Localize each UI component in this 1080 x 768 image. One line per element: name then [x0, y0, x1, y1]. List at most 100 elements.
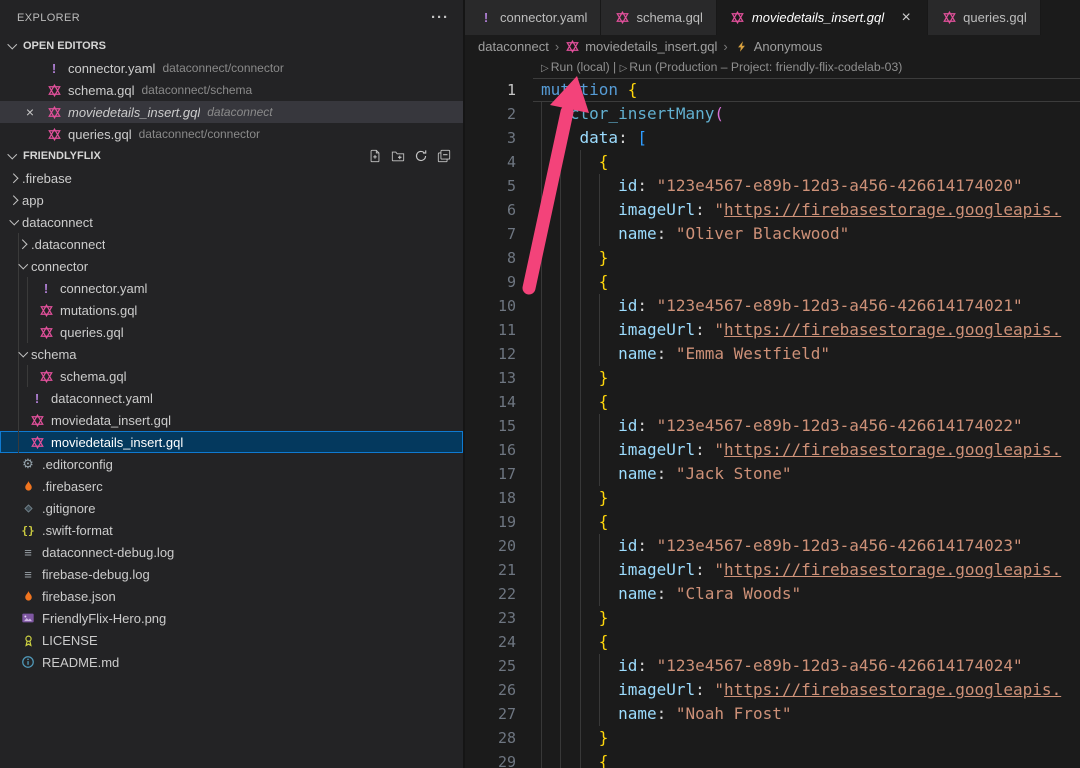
code-line-11[interactable]: 11 imageUrl: "https://firebasestorage.go… [465, 318, 1080, 342]
tree-file-queries-gql[interactable]: queries.gql [0, 321, 463, 343]
new-folder-icon[interactable] [391, 149, 405, 163]
explorer-more-actions-icon[interactable]: ··· [431, 13, 449, 23]
code-line-7[interactable]: 7 name: "Oliver Blackwood" [465, 222, 1080, 246]
open-editor-moviedetails_insert-gql[interactable]: ×moviedetails_insert.gqldataconnect [0, 101, 463, 123]
breadcrumb-item-Anonymous[interactable]: Anonymous [734, 39, 823, 54]
open-editors-header[interactable]: OPEN EDITORS [0, 35, 463, 57]
tree-file--editorconfig[interactable]: ⚙.editorconfig [0, 453, 463, 475]
yaml-file-icon: ! [38, 280, 54, 296]
code-editor[interactable]: ▷Run (local) | ▷Run (Production – Projec… [465, 57, 1080, 768]
run-production-link[interactable]: ▷Run (Production – Project: friendly-fli… [620, 60, 903, 74]
line-number: 18 [465, 486, 516, 510]
tree-file-dataconnect-yaml[interactable]: !dataconnect.yaml [0, 387, 463, 409]
code-line-26[interactable]: 26 imageUrl: "https://firebasestorage.go… [465, 678, 1080, 702]
code-line-24[interactable]: 24 { [465, 630, 1080, 654]
tab-queries-gql[interactable]: queries.gql [928, 0, 1041, 35]
code-line-5[interactable]: 5 id: "123e4567-e89b-12d3-a456-426614174… [465, 174, 1080, 198]
code-line-29[interactable]: 29 { [465, 750, 1080, 768]
code-line-1[interactable]: 1mutation { [465, 78, 1080, 102]
tree-file-README-md[interactable]: README.md [0, 651, 463, 673]
code-line-23[interactable]: 23 } [465, 606, 1080, 630]
code-line-13[interactable]: 13 } [465, 366, 1080, 390]
tree-item-label: firebase-debug.log [42, 567, 150, 582]
graphql-file-icon [38, 324, 54, 340]
breadcrumb-item-dataconnect[interactable]: dataconnect [478, 39, 549, 54]
tree-item-label: dataconnect.yaml [51, 391, 153, 406]
code-line-9[interactable]: 9 { [465, 270, 1080, 294]
code-line-16[interactable]: 16 imageUrl: "https://firebasestorage.go… [465, 438, 1080, 462]
code-line-12[interactable]: 12 name: "Emma Westfield" [465, 342, 1080, 366]
open-editor-schema-gql[interactable]: schema.gqldataconnect/schema [0, 79, 463, 101]
code-line-15[interactable]: 15 id: "123e4567-e89b-12d3-a456-42661417… [465, 414, 1080, 438]
code-line-20[interactable]: 20 id: "123e4567-e89b-12d3-a456-42661417… [465, 534, 1080, 558]
code-line-18[interactable]: 18 } [465, 486, 1080, 510]
code-line-8[interactable]: 8 } [465, 246, 1080, 270]
tree-folder-connector[interactable]: connector [0, 255, 463, 277]
code-line-3[interactable]: 3 data: [ [465, 126, 1080, 150]
collapse-all-icon[interactable] [437, 149, 451, 163]
code-line-19[interactable]: 19 { [465, 510, 1080, 534]
tree-file--firebaserc[interactable]: .firebaserc [0, 475, 463, 497]
tree-item-label: moviedetails_insert.gql [51, 435, 183, 450]
close-tab-icon[interactable]: × [898, 10, 914, 26]
breadcrumb-item-moviedetails_insert-gql[interactable]: moviedetails_insert.gql [565, 39, 717, 54]
tree-item-label: dataconnect-debug.log [42, 545, 174, 560]
close-editor-icon[interactable]: × [22, 104, 38, 120]
code-line-2[interactable]: 2 actor_insertMany( [465, 102, 1080, 126]
refresh-icon[interactable] [414, 149, 428, 163]
code-line-14[interactable]: 14 { [465, 390, 1080, 414]
tab-moviedetails_insert-gql[interactable]: moviedetails_insert.gql× [717, 0, 928, 35]
tree-item-label: FriendlyFlix-Hero.png [42, 611, 166, 626]
new-file-icon[interactable] [368, 149, 382, 163]
tree-file-connector-yaml[interactable]: !connector.yaml [0, 277, 463, 299]
open-editor-queries-gql[interactable]: queries.gqldataconnect/connector [0, 123, 463, 145]
tree-item-label: .swift-format [42, 523, 113, 538]
vscode-window: EXPLORER ··· OPEN EDITORS !connector.yam… [0, 0, 1080, 768]
tree-file--gitignore[interactable]: .gitignore [0, 497, 463, 519]
tree-folder-dataconnect[interactable]: dataconnect [0, 211, 463, 233]
tree-file-moviedata_insert-gql[interactable]: moviedata_insert.gql [0, 409, 463, 431]
graphql-file-icon [46, 104, 62, 120]
code-line-6[interactable]: 6 imageUrl: "https://firebasestorage.goo… [465, 198, 1080, 222]
explorer-title: EXPLORER [17, 12, 80, 24]
graphql-file-icon [565, 39, 580, 54]
graphql-file-icon [29, 412, 45, 428]
tree-file-firebase-debug-log[interactable]: ≡firebase-debug.log [0, 563, 463, 585]
code-line-22[interactable]: 22 name: "Clara Woods" [465, 582, 1080, 606]
tree-file--swift-format[interactable]: {}.swift-format [0, 519, 463, 541]
code-line-text: } [533, 606, 1080, 630]
tree-file-LICENSE[interactable]: LICENSE [0, 629, 463, 651]
tree-file-FriendlyFlix-Hero-png[interactable]: FriendlyFlix-Hero.png [0, 607, 463, 629]
code-line-21[interactable]: 21 imageUrl: "https://firebasestorage.go… [465, 558, 1080, 582]
tree-folder-app[interactable]: app [0, 189, 463, 211]
line-number: 16 [465, 438, 516, 462]
code-line-text: name: "Emma Westfield" [533, 342, 1080, 366]
project-section-header[interactable]: FRIENDLYFLIX [0, 145, 463, 167]
open-editor-label: schema.gql [68, 83, 134, 98]
tab-connector-yaml[interactable]: !connector.yaml [465, 0, 601, 35]
code-line-28[interactable]: 28 } [465, 726, 1080, 750]
tree-file-moviedetails_insert-gql[interactable]: moviedetails_insert.gql [0, 431, 463, 453]
breadcrumb-separator-icon: › [723, 39, 727, 54]
code-line-25[interactable]: 25 id: "123e4567-e89b-12d3-a456-42661417… [465, 654, 1080, 678]
code-line-17[interactable]: 17 name: "Jack Stone" [465, 462, 1080, 486]
line-number: 20 [465, 534, 516, 558]
tree-folder--dataconnect[interactable]: .dataconnect [0, 233, 463, 255]
line-number: 19 [465, 510, 516, 534]
line-number: 22 [465, 582, 516, 606]
tree-file-mutations-gql[interactable]: mutations.gql [0, 299, 463, 321]
code-line-text: imageUrl: "https://firebasestorage.googl… [533, 678, 1080, 702]
tree-file-firebase-json[interactable]: firebase.json [0, 585, 463, 607]
tree-file-schema-gql[interactable]: schema.gql [0, 365, 463, 387]
open-editor-connector-yaml[interactable]: !connector.yamldataconnect/connector [0, 57, 463, 79]
tree-file-dataconnect-debug-log[interactable]: ≡dataconnect-debug.log [0, 541, 463, 563]
tree-folder-schema[interactable]: schema [0, 343, 463, 365]
code-line-10[interactable]: 10 id: "123e4567-e89b-12d3-a456-42661417… [465, 294, 1080, 318]
tab-schema-gql[interactable]: schema.gql [601, 0, 716, 35]
chevron-right-icon [15, 236, 31, 252]
tree-folder--firebase[interactable]: .firebase [0, 167, 463, 189]
breadcrumb-label: dataconnect [478, 39, 549, 54]
code-line-4[interactable]: 4 { [465, 150, 1080, 174]
code-line-27[interactable]: 27 name: "Noah Frost" [465, 702, 1080, 726]
run-local-link[interactable]: ▷Run (local) [541, 60, 610, 74]
